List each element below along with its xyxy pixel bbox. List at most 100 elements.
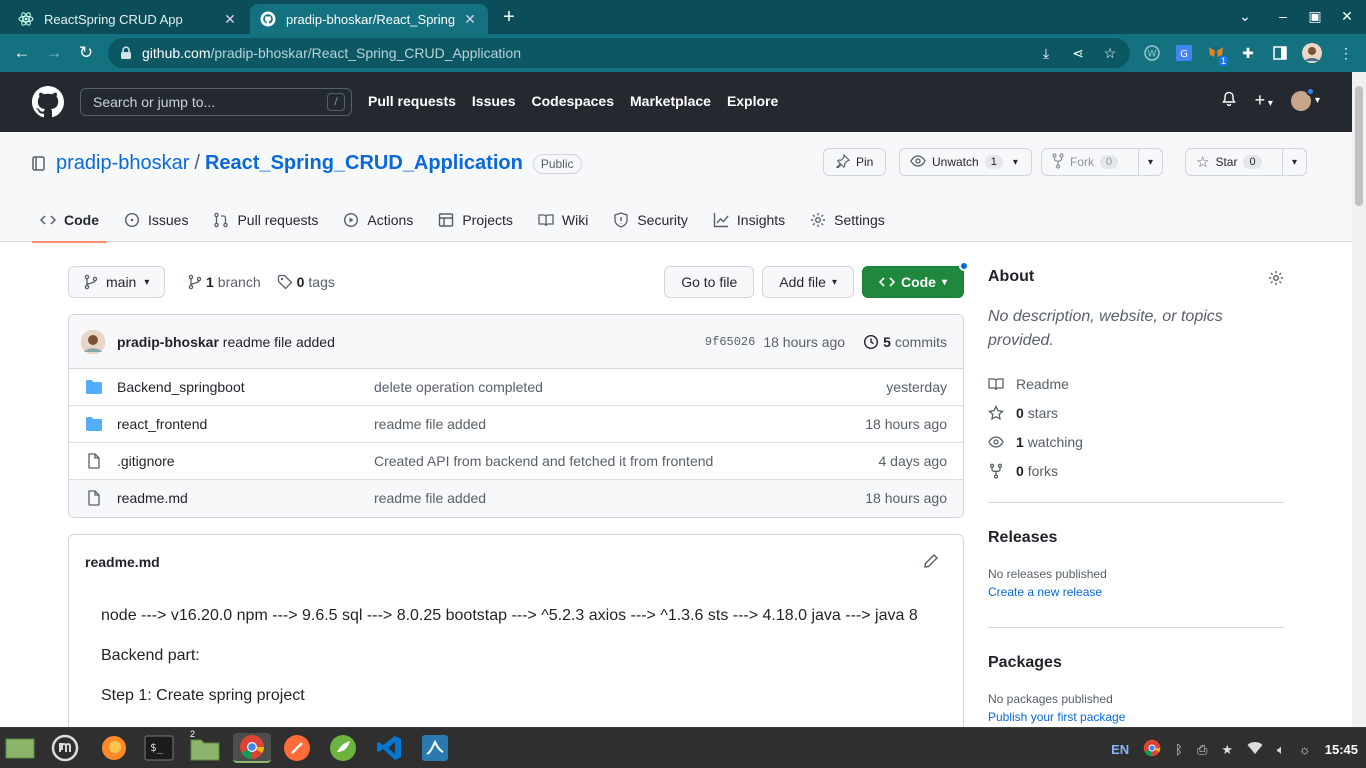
volume-icon[interactable]: 🔈︎ xyxy=(1277,742,1285,758)
unwatch-button[interactable]: Unwatch 1 ▾ xyxy=(899,148,1032,176)
fork-dropdown[interactable]: ▾ xyxy=(1139,148,1164,176)
go-to-file-button[interactable]: Go to file xyxy=(664,266,755,298)
chrome-tray-icon[interactable] xyxy=(1143,739,1161,760)
branch-select-button[interactable]: main ▾ xyxy=(68,266,166,298)
commit-hash-link[interactable]: 9f65026 xyxy=(705,335,755,349)
file-name-link[interactable]: readme.md xyxy=(117,490,188,506)
commit-author-link[interactable]: pradip-bhoskar xyxy=(117,334,219,350)
postman-icon[interactable] xyxy=(281,733,313,763)
branches-link[interactable]: 1 branch xyxy=(188,274,261,290)
tab-actions[interactable]: Actions xyxy=(335,198,421,242)
watching-link[interactable]: 1 watching xyxy=(988,427,1284,456)
favorites-star-icon[interactable]: ★ xyxy=(1221,742,1233,758)
commits-link[interactable]: 5 commits xyxy=(863,334,947,350)
close-tab-icon[interactable]: ✕ xyxy=(222,11,238,28)
tab-projects[interactable]: Projects xyxy=(430,198,521,242)
fork-button[interactable]: Fork 0 xyxy=(1041,148,1139,176)
keyboard-layout-indicator[interactable]: EN xyxy=(1111,742,1129,757)
nav-explore[interactable]: Explore xyxy=(727,93,778,109)
side-panel-icon[interactable] xyxy=(1270,43,1290,63)
clock[interactable]: 15:45 xyxy=(1325,742,1358,757)
bookmark-star-icon[interactable]: ☆ xyxy=(1102,45,1118,61)
file-name-link[interactable]: .gitignore xyxy=(117,453,175,469)
create-release-link[interactable]: Create a new release xyxy=(988,585,1284,599)
printer-icon[interactable]: ⎙ xyxy=(1197,742,1207,758)
tab-settings[interactable]: Settings xyxy=(802,198,893,242)
add-file-button[interactable]: Add file ▾ xyxy=(762,266,854,298)
maximize-icon[interactable]: ▣ xyxy=(1306,8,1324,25)
nav-issues[interactable]: Issues xyxy=(472,93,516,109)
packages-title-link[interactable]: Packages xyxy=(988,654,1284,672)
tab-security[interactable]: Security xyxy=(605,198,696,242)
address-bar[interactable]: github.com/pradip-bhoskar/React_Spring_C… xyxy=(108,38,1130,68)
minimize-icon[interactable]: – xyxy=(1274,8,1292,24)
translate-extension-icon[interactable]: G xyxy=(1174,43,1194,63)
new-tab-icon[interactable]: + xyxy=(498,7,520,27)
notifications-bell-icon[interactable] xyxy=(1221,91,1237,110)
back-icon[interactable]: ← xyxy=(12,43,32,63)
nav-pull-requests[interactable]: Pull requests xyxy=(368,93,456,109)
publish-package-link[interactable]: Publish your first package xyxy=(988,710,1284,724)
tab-insights[interactable]: Insights xyxy=(705,198,793,242)
profile-avatar[interactable] xyxy=(1302,43,1322,63)
vscode-icon[interactable] xyxy=(373,733,405,763)
file-commit-message[interactable]: readme file added xyxy=(374,490,486,506)
file-commit-message[interactable]: Created API from backend and fetched it … xyxy=(374,453,713,469)
chrome-taskbar-icon[interactable] xyxy=(233,733,271,763)
forward-icon[interactable]: → xyxy=(44,43,64,63)
create-new-dropdown[interactable]: + ▾ xyxy=(1255,90,1273,111)
share-icon[interactable]: ⋖ xyxy=(1070,45,1086,61)
close-tab-icon[interactable]: ✕ xyxy=(462,11,478,28)
show-desktop-icon[interactable] xyxy=(4,733,36,763)
forks-link[interactable]: 0 forks xyxy=(988,456,1284,485)
gear-icon[interactable] xyxy=(1268,270,1284,286)
files-folder-icon[interactable]: 2 xyxy=(189,729,221,763)
commit-message-link[interactable]: readme file added xyxy=(223,334,335,350)
file-name-link[interactable]: Backend_springboot xyxy=(117,379,245,395)
bluetooth-icon[interactable]: ᛒ xyxy=(1175,742,1183,757)
file-commit-message[interactable]: readme file added xyxy=(374,416,486,432)
tags-link[interactable]: 0 tags xyxy=(277,274,335,290)
file-row[interactable]: react_frontend readme file added 18 hour… xyxy=(69,406,963,443)
mint-menu-icon[interactable] xyxy=(49,733,81,763)
file-row[interactable]: .gitignore Created API from backend and … xyxy=(69,443,963,480)
readme-title-link[interactable]: readme.md xyxy=(85,554,160,570)
file-name-link[interactable]: react_frontend xyxy=(117,416,207,432)
star-button[interactable]: ☆ Star 0 xyxy=(1185,148,1283,176)
wifi-icon[interactable] xyxy=(1247,741,1263,758)
reload-icon[interactable]: ↻ xyxy=(76,43,96,63)
tab-issues[interactable]: Issues xyxy=(116,198,196,242)
spring-tool-suite-icon[interactable] xyxy=(327,733,359,763)
file-row[interactable]: readme.md readme file added 18 hours ago xyxy=(69,480,963,517)
install-app-icon[interactable]: ⤓ xyxy=(1038,45,1054,61)
wordpress-extension-icon[interactable]: W xyxy=(1142,43,1162,63)
star-dropdown[interactable]: ▾ xyxy=(1283,148,1308,176)
browser-tab-github[interactable]: pradip-bhoskar/React_Spring ✕ xyxy=(250,4,488,34)
stars-link[interactable]: 0 stars xyxy=(988,398,1284,427)
extensions-puzzle-icon[interactable]: ✚ xyxy=(1238,43,1258,63)
github-search-input[interactable]: Search or jump to... / xyxy=(80,88,352,116)
close-window-icon[interactable]: ✕ xyxy=(1338,8,1356,25)
mysql-workbench-icon[interactable] xyxy=(419,733,451,763)
pencil-edit-icon[interactable] xyxy=(923,553,939,569)
tab-wiki[interactable]: Wiki xyxy=(530,198,596,242)
terminal-icon[interactable]: $_ xyxy=(143,733,175,763)
browser-menu-icon[interactable]: ⋮ xyxy=(1336,43,1356,63)
github-logo-icon[interactable] xyxy=(32,86,64,118)
nav-codespaces[interactable]: Codespaces xyxy=(532,93,614,109)
repo-name-link[interactable]: React_Spring_CRUD_Application xyxy=(205,152,523,175)
file-commit-message[interactable]: delete operation completed xyxy=(374,379,543,395)
avatar[interactable] xyxy=(81,330,105,354)
code-button[interactable]: Code ▾ xyxy=(861,261,969,298)
file-row[interactable]: Backend_springboot delete operation comp… xyxy=(69,369,963,406)
nav-marketplace[interactable]: Marketplace xyxy=(630,93,711,109)
page-scrollbar[interactable] xyxy=(1352,72,1366,727)
metamask-extension-icon[interactable]: 1 xyxy=(1206,43,1228,66)
firefox-icon[interactable] xyxy=(98,733,130,763)
brightness-icon[interactable]: ☼ xyxy=(1299,742,1311,757)
tab-search-chevron-icon[interactable]: ⌄ xyxy=(1236,8,1254,25)
pin-button[interactable]: Pin xyxy=(823,148,887,176)
repo-owner-link[interactable]: pradip-bhoskar xyxy=(56,152,189,175)
readme-link[interactable]: Readme xyxy=(988,369,1284,398)
scrollbar-thumb[interactable] xyxy=(1355,86,1363,206)
